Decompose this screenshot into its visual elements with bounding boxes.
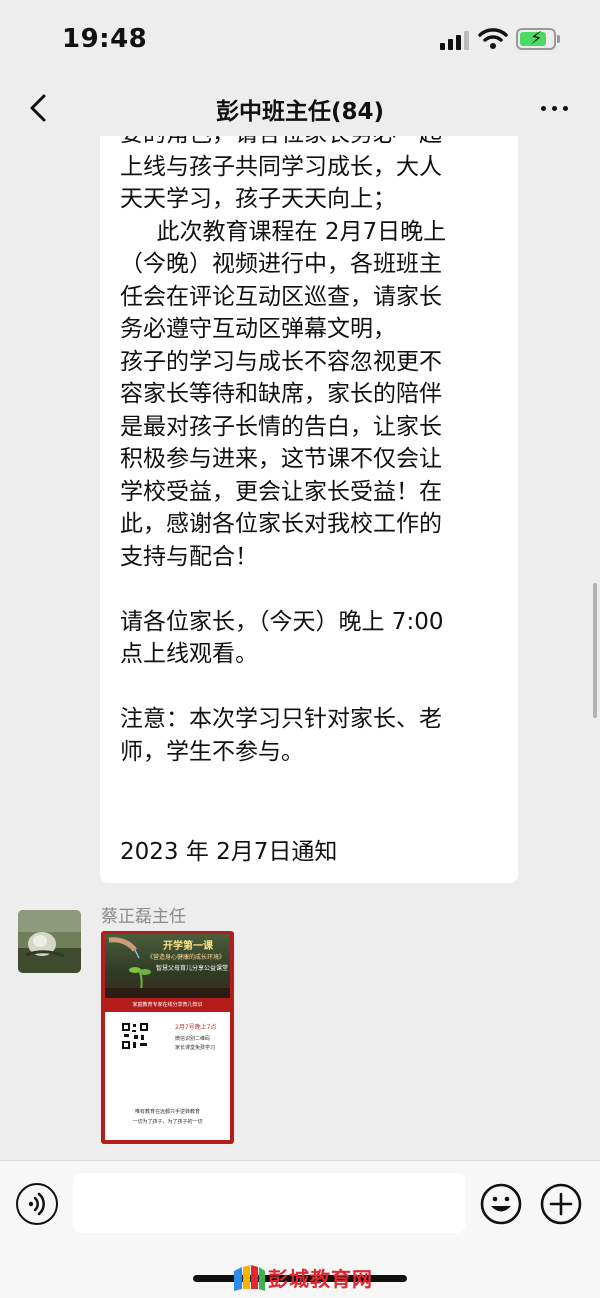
message-text: 要的角色，请各位家长务必一起上线与孩子共同学习成长，大人天天学习，孩子天天向上；… — [120, 136, 498, 768]
message-line: 支持与配合！ — [120, 543, 258, 570]
message-line: 务必遵守互动区弹幕文明， — [120, 316, 396, 342]
message-line: 师，学生不参与。 — [120, 738, 304, 765]
poster-subtitle-2: 智慧父母育儿分享公益课堂 — [156, 965, 229, 972]
message-line: 要的角色，请各位家长务必一起 — [120, 136, 498, 151]
sender-name: 蔡正磊主任 — [101, 907, 186, 927]
poster-free-text: 家长课堂免费学习 — [175, 1045, 216, 1051]
scroll-indicator[interactable] — [593, 583, 597, 718]
poster-title: 开学第一课 — [163, 941, 213, 952]
message-list[interactable]: 要的角色，请各位家长务必一起上线与孩子共同学习成长，大人天天学习，孩子天天向上；… — [0, 136, 600, 1160]
poster-card: 2月7号晚上7点 微信识别二维码 家长课堂免费学习 唯有教育在远都只手逆转教育 … — [105, 1012, 230, 1140]
watermark-text: 彭城教育网 — [268, 1267, 373, 1291]
message-line — [120, 573, 498, 606]
poster-footer-2: 一切为了孩子，为了孩子的一切 — [132, 1119, 203, 1125]
message-line: 积极参与进来，这节课不仅会让 — [120, 446, 442, 472]
message-line: 孩子的学习与成长不容忽视更不 — [120, 348, 442, 375]
status-time: 19:48 — [62, 24, 148, 54]
image-message[interactable]: 开学第一课 《营造身心健康的成长环境》 智慧父母育儿分享公益课堂 家庭教育专家在… — [101, 931, 234, 1144]
chat-header: 彭中班主任(84) — [0, 80, 600, 136]
message-line: （今晚）视频进行中，各班班主 — [120, 251, 442, 277]
message-line: 注意：本次学习只针对家长、老 — [120, 706, 442, 732]
poster-scan-text: 微信识别二维码 — [175, 1036, 211, 1042]
plus-icon[interactable] — [540, 1183, 582, 1225]
books-logo-icon — [234, 1265, 265, 1291]
wifi-icon — [478, 28, 508, 49]
text-message-bubble[interactable]: 要的角色，请各位家长务必一起上线与孩子共同学习成长，大人天天学习，孩子天天向上；… — [100, 136, 518, 883]
poster-subtitle: 《营造身心健康的成长环境》 — [147, 954, 226, 961]
message-line: 此，感谢各位家长对我校工作的 — [120, 511, 442, 537]
cellular-signal-icon — [440, 30, 470, 50]
emoji-icon[interactable] — [480, 1183, 522, 1225]
message-line: 任会在评论互动区巡查，请家长 — [120, 283, 442, 310]
sender-avatar[interactable] — [18, 910, 81, 973]
input-bar: 彭城教育网 — [0, 1160, 600, 1298]
message-line: 请各位家长，（今天）晚上 7:00 — [120, 608, 444, 635]
qr-code-icon — [121, 1022, 149, 1050]
battery-icon: ⚡ — [516, 28, 560, 50]
status-bar: 19:48 ⚡ — [0, 0, 600, 80]
poster-footer-1: 唯有教育在远都只手逆转教育 — [134, 1109, 200, 1115]
message-line: 此次教育课程在 2月7日晚上 — [120, 218, 447, 245]
message-line: 点上线观看。 — [120, 641, 258, 667]
message-line: 天天学习，孩子天天向上； — [120, 186, 396, 212]
message-input[interactable] — [73, 1173, 465, 1233]
message-date-line: 2023 年 2月7日通知 — [120, 839, 338, 865]
poster-band: 家庭教育专家在线分享育儿知识 — [105, 998, 230, 1012]
message-line — [120, 671, 498, 704]
voice-input-icon[interactable] — [16, 1183, 58, 1225]
more-options-icon[interactable] — [535, 102, 575, 114]
message-line: 是最对孩子长情的告白，让家长 — [120, 413, 442, 440]
poster-time: 2月7号晚上7点 — [175, 1024, 217, 1031]
message-line: 上线与孩子共同学习成长，大人 — [120, 153, 442, 180]
message-line: 容家长等待和缺席，家长的陪伴 — [120, 381, 442, 407]
watermark: 彭城教育网 — [232, 1263, 382, 1293]
message-line: 学校受益，更会让家长受益！在 — [120, 478, 442, 505]
chat-title: 彭中班主任(84) — [215, 99, 385, 125]
